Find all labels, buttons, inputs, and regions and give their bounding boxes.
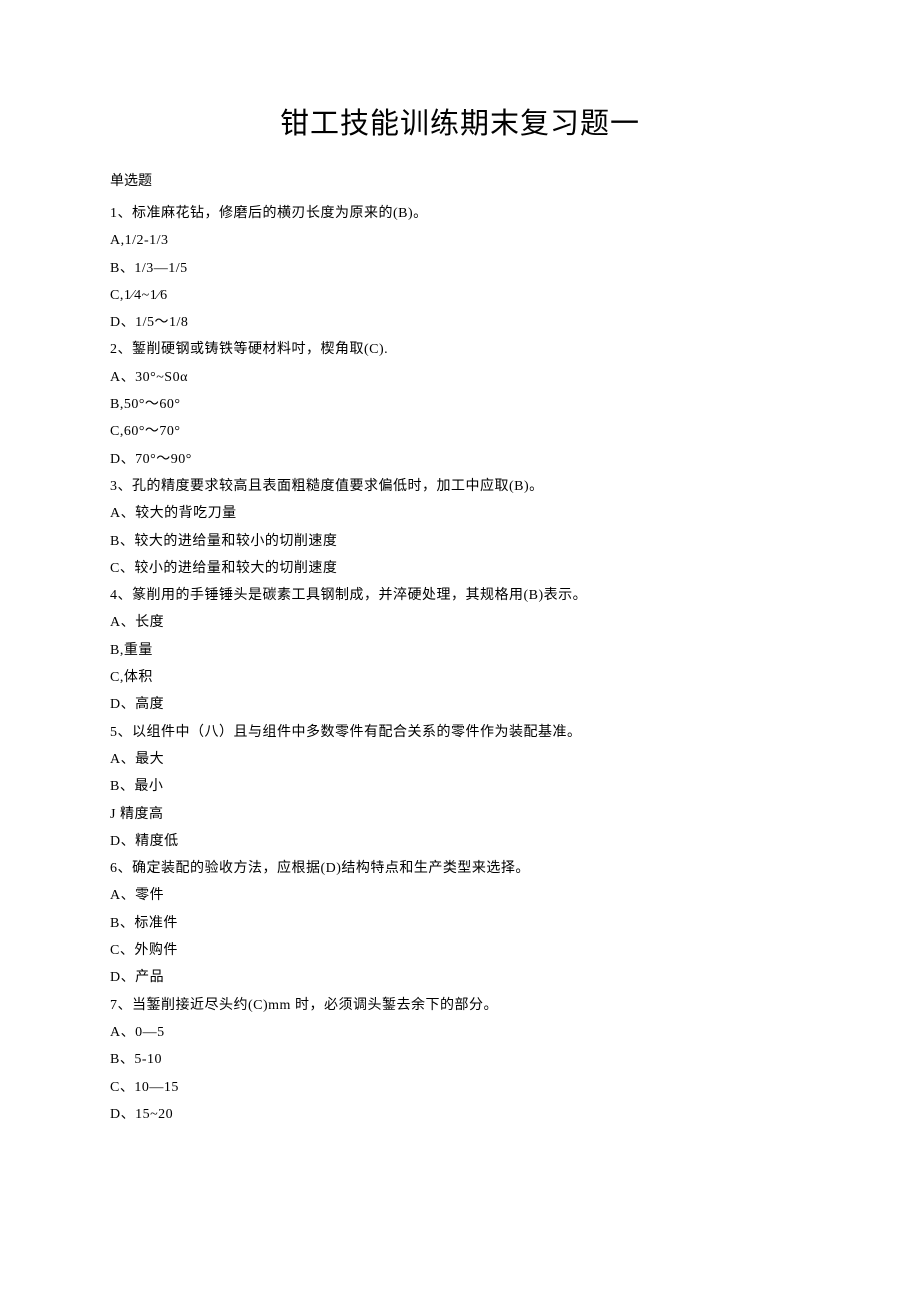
text-line: C,60°～70° [110,418,810,445]
text-line: A、最大 [110,746,810,773]
text-line: 7、当錾削接近尽头约(C)mm 时，必须调头錾去余下的部分。 [110,992,810,1019]
text-line: B、标准件 [110,910,810,937]
section-label: 单选题 [110,170,810,190]
text-line: C,体积 [110,664,810,691]
text-line: D、产品 [110,964,810,991]
text-line: A、零件 [110,882,810,909]
text-line: A、较大的背吃刀量 [110,500,810,527]
text-line: B,50°～60° [110,391,810,418]
text-line: 3、孔的精度要求较高且表面粗糙度值要求偏低时，加工中应取(B)。 [110,473,810,500]
text-line: A、0—5 [110,1019,810,1046]
content-body: 1、标准麻花钻，修磨后的横刃长度为原来的(B)。A,1/2-1/3B、1/3—1… [110,200,810,1128]
text-line: D、70°～90° [110,446,810,473]
text-line: J 精度高 [110,801,810,828]
text-line: A、30°~S0α [110,364,810,391]
text-line: C、10—15 [110,1074,810,1101]
text-line: 4、篆削用的手锤锤头是碳素工具钢制成，并淬硬处理，其规格用(B)表示。 [110,582,810,609]
text-line: 6、确定装配的验收方法，应根据(D)结构特点和生产类型来选择。 [110,855,810,882]
text-line: B、5-10 [110,1046,810,1073]
text-line: C,1⁄4~1⁄6 [110,282,810,309]
text-line: B,重量 [110,637,810,664]
text-line: 5、以组件中（八）且与组件中多数零件有配合关系的零件作为装配基准。 [110,719,810,746]
page-title: 钳工技能训练期末复习题一 [110,100,810,142]
text-line: A、长度 [110,609,810,636]
text-line: 1、标准麻花钻，修磨后的横刃长度为原来的(B)。 [110,200,810,227]
text-line: C、较小的进给量和较大的切削速度 [110,555,810,582]
text-line: B、最小 [110,773,810,800]
text-line: A,1/2-1/3 [110,227,810,254]
text-line: B、1/3—1/5 [110,255,810,282]
text-line: 2、錾削硬钢或铸铁等硬材料吋，楔角取(C). [110,336,810,363]
text-line: C、外购件 [110,937,810,964]
text-line: D、1/5～1/8 [110,309,810,336]
text-line: B、较大的进给量和较小的切削速度 [110,528,810,555]
text-line: D、15~20 [110,1101,810,1128]
text-line: D、高度 [110,691,810,718]
text-line: D、精度低 [110,828,810,855]
